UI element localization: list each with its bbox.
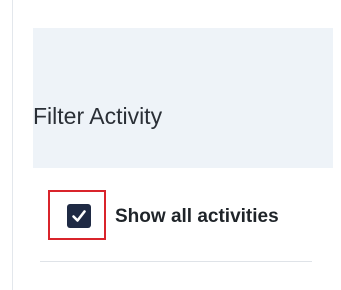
filter-panel: Filter Activity Show all activities <box>0 0 341 290</box>
show-all-activities-option[interactable]: Show all activities <box>48 190 318 250</box>
panel-title: Filter Activity <box>33 103 163 129</box>
show-all-activities-checkbox[interactable] <box>67 204 91 228</box>
panel-border <box>12 0 13 290</box>
divider <box>40 261 312 262</box>
panel-header: Filter Activity <box>33 28 333 168</box>
show-all-activities-label[interactable]: Show all activities <box>115 206 279 228</box>
checkmark-icon <box>72 210 86 222</box>
